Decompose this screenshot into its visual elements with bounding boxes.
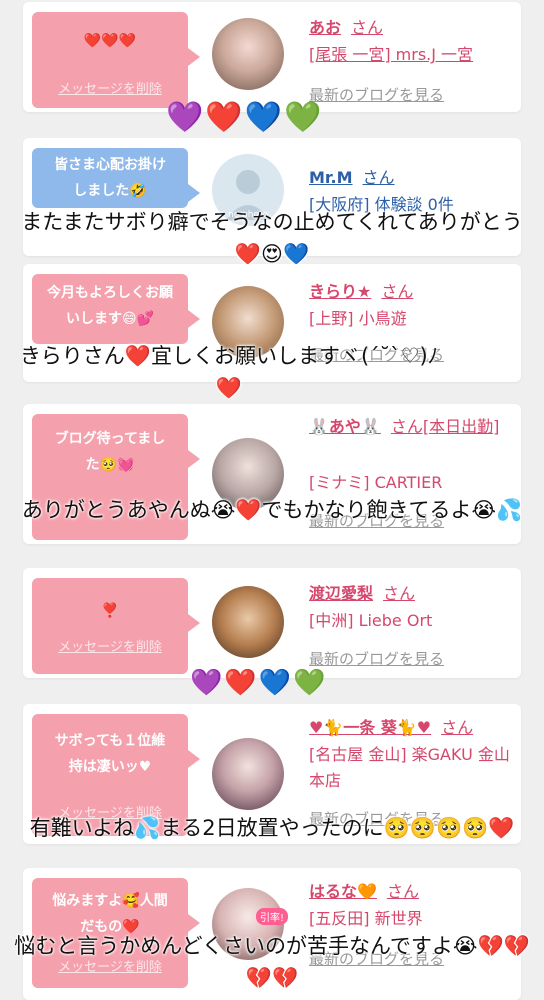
message-card: ❣️ メッセージを削除 渡辺愛梨 さん [中洲] Liebe Ort 最新のブログ… xyxy=(23,568,521,678)
avatar[interactable] xyxy=(212,18,284,90)
shop-link[interactable]: [五反田] 新世界 xyxy=(309,906,423,932)
blue-heart-icon: 💙 xyxy=(258,668,292,698)
green-heart-icon: 💚 xyxy=(293,668,326,698)
hearts-sticker: 💜 ❤️ 💙 💚 xyxy=(190,663,326,703)
caption-overlay: きらりさん❤️宜しくお願いしますヾ(ˊ˘ˋ♡)ﾉ❤️ xyxy=(19,344,439,400)
user-name: きらり★ xyxy=(309,282,372,301)
message-text: ❤️❤️❤️ xyxy=(83,33,137,49)
user-name: あお xyxy=(309,18,342,37)
message-bubble: 皆さま心配お掛けしました🤣 xyxy=(32,148,200,208)
shop-link[interactable]: [上野] 小鳥遊 xyxy=(309,306,407,332)
user-name: はるな🧡 xyxy=(309,882,377,901)
message-text: サボっても１位維持は凄いッ♥ xyxy=(54,733,166,775)
avatar[interactable] xyxy=(212,738,284,810)
honorific: さん[本日出勤] xyxy=(390,417,500,436)
purple-heart-icon: 💜 xyxy=(166,100,204,135)
message-bubble: 今月もよろしくお願いします😄💕 xyxy=(32,274,200,344)
message-card: ❤️❤️❤️ メッセージを削除 あお さん [尾張 一宮] mrs.J 一宮 最新… xyxy=(23,2,521,112)
shop-link[interactable]: [ミナミ] CARTIER xyxy=(309,470,442,496)
honorific: さん xyxy=(383,584,416,603)
message-bubble: ❣️ メッセージを削除 xyxy=(32,578,200,674)
caption-overlay: 有難いよね💦まる2日放置やったのに🥺🥺🥺🥺❤️ xyxy=(29,816,515,840)
honorific: さん xyxy=(351,18,384,37)
caption-overlay: ありがとうあやんぬ😭❤️でもかなり飽きてるよ😭💦 xyxy=(21,498,523,522)
red-heart-icon: ❤️ xyxy=(205,100,243,135)
user-name-link[interactable]: 🐰あや🐰 さん[本日出勤] xyxy=(309,414,529,440)
latest-blog-link[interactable]: 最新のブログを見る xyxy=(309,648,444,669)
honorific: さん xyxy=(386,882,419,901)
user-name-link[interactable]: はるな🧡 さん xyxy=(309,878,419,902)
message-text: 皆さま心配お掛けしました🤣 xyxy=(54,157,166,199)
caption-overlay: またまたサボり癖でそうなの止めてくれてありがとう❤️😍💙 xyxy=(21,210,523,266)
delete-message-link[interactable]: メッセージを削除 xyxy=(32,640,188,656)
user-name-link[interactable]: きらり★ さん xyxy=(309,278,413,302)
user-name-link[interactable]: あお さん xyxy=(309,14,383,38)
user-name-link[interactable]: Mr.M さん xyxy=(309,164,395,188)
shop-link[interactable]: [尾張 一宮] mrs.J 一宮 xyxy=(309,42,473,68)
shop-link[interactable]: [名古屋 金山] 楽GAKU 金山本店 xyxy=(309,742,519,794)
green-heart-icon: 💚 xyxy=(284,100,322,135)
message-bubble: ❤️❤️❤️ メッセージを削除 xyxy=(32,12,200,108)
latest-blog-link[interactable]: 最新のブログを見る xyxy=(309,84,444,105)
user-name: ♥🐈一条 葵🐈♥ xyxy=(309,718,432,737)
message-text: ブログ待ってました🥺💓 xyxy=(54,431,166,473)
avatar-badge: 引率! xyxy=(255,908,288,925)
user-name: Mr.M xyxy=(309,168,353,187)
avatar[interactable] xyxy=(212,586,284,658)
red-heart-icon: ❤️ xyxy=(224,668,257,698)
delete-message-link[interactable]: メッセージを削除 xyxy=(32,82,188,98)
user-name-link[interactable]: ♥🐈一条 葵🐈♥ さん xyxy=(309,714,473,738)
honorific: さん xyxy=(381,282,414,301)
honorific: さん xyxy=(362,168,395,187)
blue-heart-icon: 💙 xyxy=(244,100,283,135)
caption-overlay: 悩むと言うかめんどくさいのが苦手なんですよ😭💔💔💔💔 xyxy=(14,934,530,990)
message-text: ❣️ xyxy=(101,603,119,619)
purple-heart-icon: 💜 xyxy=(190,668,223,698)
user-name: 🐰あや🐰 xyxy=(309,417,381,436)
honorific: さん xyxy=(441,718,474,737)
message-text: 今月もよろしくお願いします😄💕 xyxy=(47,285,173,327)
user-name-link[interactable]: 渡辺愛梨 さん xyxy=(309,580,415,604)
hearts-sticker: 💜 ❤️ 💙 💚 xyxy=(166,98,321,138)
shop-link[interactable]: [中洲] Liebe Ort xyxy=(309,608,432,634)
user-name: 渡辺愛梨 xyxy=(309,584,374,603)
